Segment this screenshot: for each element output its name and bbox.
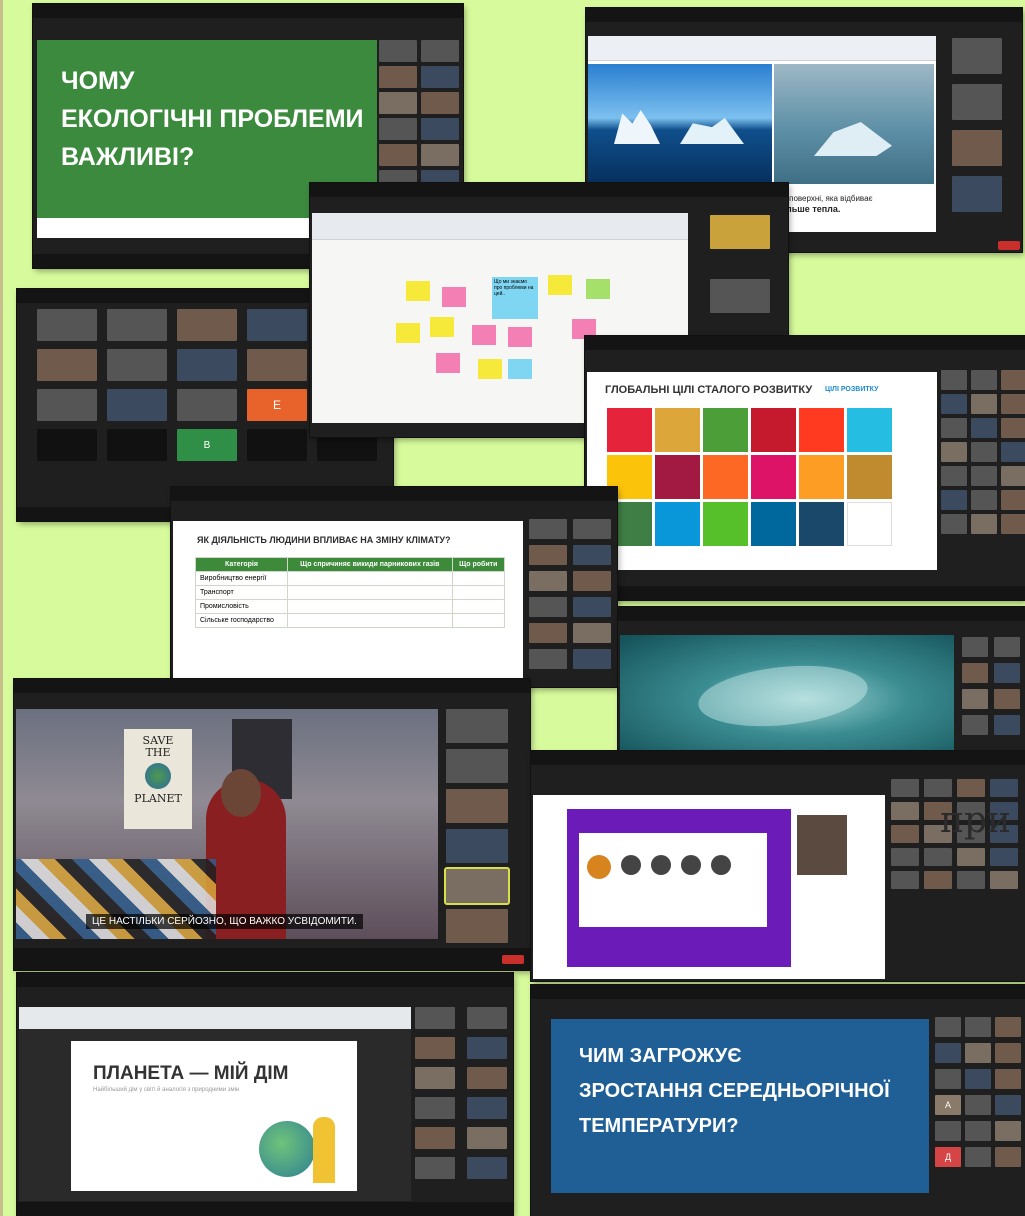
participant-avatar: B [177,429,237,461]
slide-title: ПЛАНЕТА — МІЙ ДІМ [93,1063,289,1084]
leave-button[interactable] [502,955,524,964]
participant-gallery [962,637,1020,735]
sdg-goal-tile [847,455,892,499]
table-slide: ЯК ДІЯЛЬНІСТЬ ЛЮДИНИ ВПЛИВАЄ НА ЗМІНУ КЛ… [173,521,523,681]
climate-table: Категорія Що спричиняє викиди парникових… [195,557,506,628]
poster: SAVE THE PLANET [124,729,192,829]
participant-gallery [379,40,459,192]
window-title-bar [585,336,1025,350]
sticky-note-question: Що ми знаємо про проблеми на цей.. [492,277,538,319]
sdg-goal-tile [655,502,700,546]
sdg-title: ГЛОБАЛЬНІ ЦІЛІ СТАЛОГО РОЗВИТКУ [605,384,813,396]
globe-illustration [259,1121,315,1177]
participant-avatar: Д [935,1147,961,1167]
left-border [0,0,3,1216]
slide-subtitle: Найбільший дім у світі й аналогія з прир… [93,1087,240,1093]
zoom-screenshot-climate-table: ЯК ДІЯЛЬНІСТЬ ЛЮДИНИ ВПЛИВАЄ НА ЗМІНУ КЛ… [171,487,617,687]
slide-caption: ...ї поверхні, яка відбиває більше тепла… [778,194,873,214]
planet-slide: ПЛАНЕТА — МІЙ ДІМ Найбільший дім у світі… [71,1041,357,1191]
sdg-goal-tile [703,455,748,499]
taskbar [17,1202,513,1216]
overlay-text: при [940,800,1012,841]
browser-toolbar [312,213,688,240]
participant-gallery [941,370,1025,534]
window-title-bar [17,973,513,987]
browser-toolbar [19,1007,411,1029]
participant-gallery [952,38,1002,212]
sdg-slide: ГЛОБАЛЬНІ ЦІЛІ СТАЛОГО РОЗВИТКУ ЦІЛІ РОЗ… [587,372,937,570]
sdg-goal-tile [847,408,892,452]
sdg-goal-tile [751,455,796,499]
sdg-goal-tile [799,502,844,546]
window-title-bar [531,985,1025,999]
participant-gallery [529,519,611,669]
window-title-bar [171,487,617,501]
zoom-screenshot-video-save-planet: SAVE THE PLANET ЦЕ НАСТІЛЬКИ СЕРЙОЗНО, Щ… [14,679,530,970]
meeting-controls-bar [585,586,1025,600]
zoom-screenshot-blue-slide: ЧИМ ЗАГРОЖУЄ ЗРОСТАННЯ СЕРЕДНЬОРІЧНОЇ ТЕ… [531,985,1025,1216]
leave-button[interactable] [998,241,1020,250]
blue-slide: ЧИМ ЗАГРОЖУЄ ЗРОСТАННЯ СЕРЕДНЬОРІЧНОЇ ТЕ… [551,1019,929,1193]
sdg-goal-tile [703,408,748,452]
window-title-bar [310,183,788,197]
slide-content-card [579,833,767,927]
participant-avatar: A [935,1095,961,1115]
slide-title: ЧОМУ ЕКОЛОГІЧНІ ПРОБЛЕМИ ВАЖЛИВІ? [61,67,364,171]
sdg-goal-tile [751,408,796,452]
sdg-goal-grid [607,408,925,546]
participant-gallery [444,709,510,943]
participant-gallery: A Д [935,1017,1021,1167]
sdg-goal-tile [655,455,700,499]
sdg-goal-tile [655,408,700,452]
browser-window [533,795,885,979]
participant-avatar: E [247,389,307,421]
sdg-goal-tile [799,455,844,499]
zoom-screenshot-sdg: ГЛОБАЛЬНІ ЦІЛІ СТАЛОГО РОЗВИТКУ ЦІЛІ РОЗ… [585,336,1025,600]
window-title-bar [531,751,1025,765]
sdg-goal-tile [607,408,652,452]
sdg-goal-tile [751,502,796,546]
window-title-bar [14,679,530,693]
table-row: Промисловість [195,599,506,614]
purple-slide [567,809,791,967]
video-frame: SAVE THE PLANET ЦЕ НАСТІЛЬКИ СЕРЙОЗНО, Щ… [16,709,438,939]
zoom-screenshot-planet-slide: ПЛАНЕТА — МІЙ ДІМ Найбільший дім у світі… [17,973,513,1216]
zoom-screenshot-purple-slide [531,751,1025,981]
participant-gallery [710,215,770,313]
table-row: Транспорт [195,585,506,600]
presenter-video [797,815,847,875]
window-title-bar [586,8,1022,22]
sdg-goal-tile [703,502,748,546]
person-illustration [313,1117,335,1183]
un-logo-label: ЦІЛІ РОЗВИТКУ [825,386,879,393]
browser-window: ПЛАНЕТА — МІЙ ДІМ Найбільший дім у світі… [19,1007,411,1201]
slide-title: ЧИМ ЗАГРОЖУЄ ЗРОСТАННЯ СЕРЕДНЬОРІЧНОЇ ТЕ… [579,1045,890,1137]
iceberg-image-left [588,64,772,184]
browser-toolbar [588,36,936,61]
table-title: ЯК ДІЯЛЬНІСТЬ ЛЮДИНИ ВПЛИВАЄ НА ЗМІНУ КЛ… [197,535,451,545]
ocean-video-frame [620,635,954,751]
participant-gallery [415,1007,507,1179]
sdg-goal-tile [847,502,892,546]
sdg-goal-tile [799,408,844,452]
meeting-controls-bar [14,948,530,970]
video-subtitle: ЦЕ НАСТІЛЬКИ СЕРЙОЗНО, ЩО ВАЖКО УСВІДОМИ… [86,914,363,929]
table-row: Сільське господарство [195,613,506,628]
iceberg-image-right [774,64,934,184]
table-row: Виробництво енергії [195,571,506,586]
window-title-bar [618,607,1025,621]
window-title-bar [33,4,463,18]
